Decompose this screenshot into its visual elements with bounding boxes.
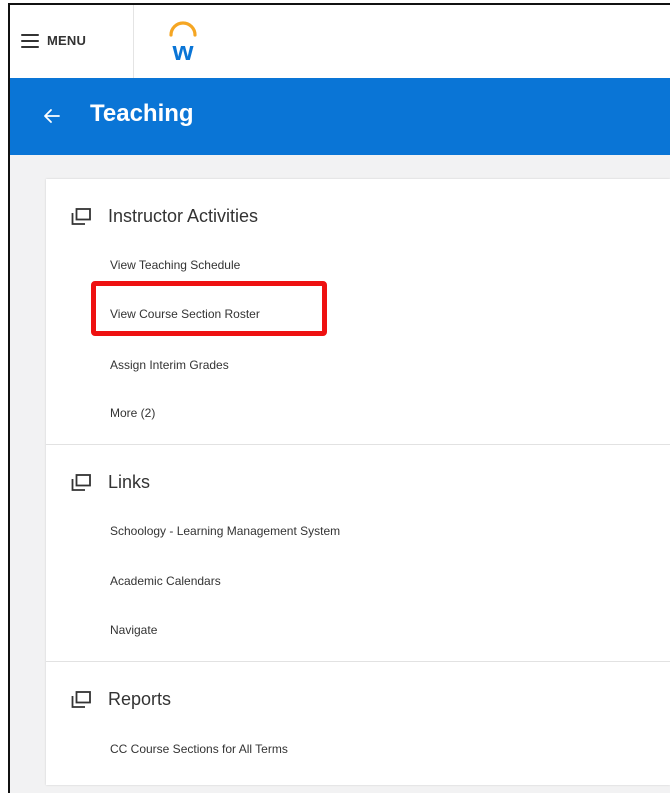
teaching-card: Instructor Activities View Teaching Sche… xyxy=(46,179,670,785)
app-window: MENU w Teaching Instructor Activities Vi… xyxy=(8,3,670,793)
section-header: Reports xyxy=(71,689,171,710)
section-title: Links xyxy=(108,472,151,492)
menu-button[interactable]: MENU xyxy=(10,5,134,78)
link-navigate[interactable]: Navigate xyxy=(110,623,157,637)
logo-letter: w xyxy=(171,36,194,65)
section-reports: Reports CC Course Sections for All Terms xyxy=(46,661,670,785)
menu-label: MENU xyxy=(47,33,87,48)
workday-logo[interactable]: w xyxy=(163,21,203,65)
page-header: Teaching xyxy=(10,78,670,155)
link-academic-calendars[interactable]: Academic Calendars xyxy=(110,574,221,588)
stacked-windows-icon xyxy=(71,690,91,708)
section-header: Links xyxy=(71,472,150,493)
section-title: Instructor Activities xyxy=(108,206,259,226)
link-cc-course-sections[interactable]: CC Course Sections for All Terms xyxy=(110,742,288,756)
stacked-windows-icon xyxy=(71,207,91,225)
section-title: Reports xyxy=(108,689,172,709)
stacked-windows-icon xyxy=(71,473,91,491)
section-instructor-activities: Instructor Activities View Teaching Sche… xyxy=(46,179,670,444)
section-links: Links Schoology - Learning Management Sy… xyxy=(46,444,670,661)
back-arrow-icon[interactable] xyxy=(40,104,64,128)
link-view-teaching-schedule[interactable]: View Teaching Schedule xyxy=(110,258,240,272)
section-header: Instructor Activities xyxy=(71,206,258,227)
link-assign-interim-grades[interactable]: Assign Interim Grades xyxy=(110,358,229,372)
link-schoology[interactable]: Schoology - Learning Management System xyxy=(110,524,340,538)
hamburger-icon xyxy=(21,34,39,48)
link-more[interactable]: More (2) xyxy=(110,406,155,420)
highlight-box xyxy=(91,281,327,336)
top-bar: MENU w xyxy=(10,5,670,78)
page-title: Teaching xyxy=(90,100,194,127)
